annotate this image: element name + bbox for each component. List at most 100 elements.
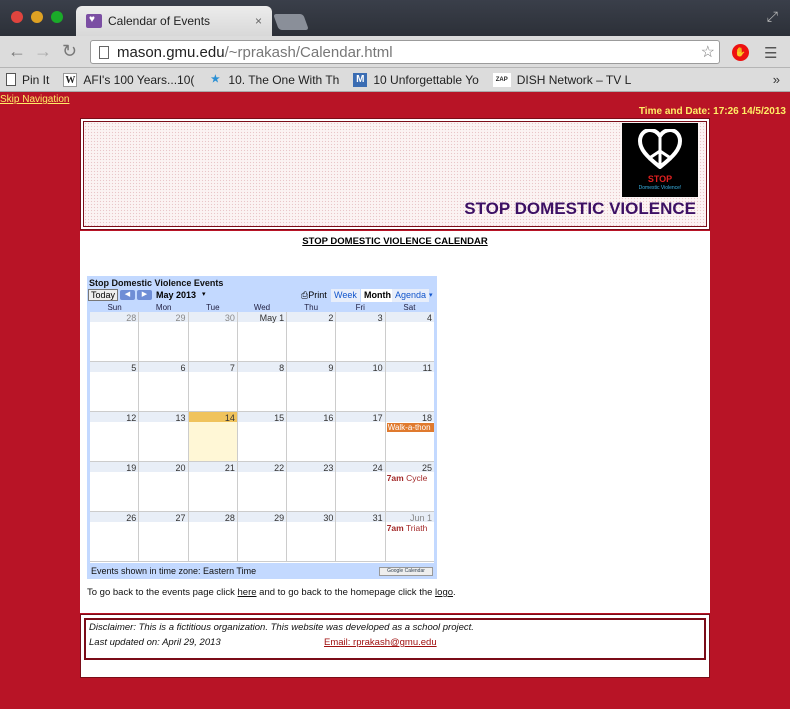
events-page-link[interactable]: here xyxy=(238,587,257,598)
skip-navigation-link[interactable]: Skip Navigation xyxy=(0,94,69,105)
menu-icon[interactable]: ☰ xyxy=(764,44,777,62)
close-tab-icon[interactable]: × xyxy=(255,14,262,28)
timezone-note: Events shown in time zone: Eastern Time xyxy=(91,566,257,576)
day-cell[interactable]: 26 xyxy=(90,512,140,561)
day-cell[interactable]: May 1 xyxy=(237,312,288,361)
day-cell[interactable]: 17 xyxy=(336,412,386,461)
day-cell[interactable]: 29 xyxy=(139,312,189,361)
day-cell[interactable]: Jun 1 7am Triath xyxy=(385,512,434,561)
email-link[interactable]: Email: rprakash@gmu.edu xyxy=(324,637,437,648)
dow-label: Wed xyxy=(253,303,271,312)
page-icon xyxy=(6,73,16,86)
day-cell[interactable]: 31 xyxy=(336,512,386,561)
tab-week[interactable]: Week xyxy=(331,289,360,302)
calendar-nav: Today ◀ ▶ May 2013 ▾ ⎙Print Week Month A… xyxy=(88,289,436,302)
day-cell[interactable]: 29 xyxy=(237,512,288,561)
bookmark-unforgettable[interactable]: M 10 Unforgettable Yo xyxy=(353,72,479,87)
tab-bar: Calendar of Events × ⤢ xyxy=(0,0,790,36)
agenda-dropdown-icon[interactable]: ▾ xyxy=(429,289,433,302)
day-cell[interactable]: 11 xyxy=(385,362,434,411)
day-cell-today[interactable]: 14 xyxy=(188,412,238,461)
day-cell[interactable]: 28 xyxy=(90,312,140,361)
peace-heart-icon xyxy=(638,129,682,169)
week-row: 26 27 28 29 30 31 Jun 1 7am Triath xyxy=(90,512,434,562)
day-cell[interactable]: 25 7am Cycle xyxy=(385,462,434,511)
day-cell[interactable]: 7 xyxy=(188,362,238,411)
event-cycle[interactable]: 7am Cycle xyxy=(387,473,434,483)
day-cell[interactable]: 24 xyxy=(336,462,386,511)
day-cell[interactable]: 10 xyxy=(336,362,386,411)
day-cell[interactable]: 23 xyxy=(287,462,337,511)
more-bookmarks-icon[interactable]: » xyxy=(773,72,780,87)
url-text[interactable]: mason.gmu.edu/~rprakash/Calendar.html xyxy=(117,44,701,61)
month-label[interactable]: May 2013 xyxy=(156,289,196,301)
forward-arrow-icon[interactable]: → xyxy=(34,42,52,60)
dow-label: Mon xyxy=(155,303,172,312)
print-button[interactable]: ⎙Print xyxy=(301,289,327,301)
heart-favicon-icon xyxy=(86,14,102,28)
day-cell[interactable]: 21 xyxy=(188,462,238,511)
fullscreen-icon[interactable]: ⤢ xyxy=(767,8,778,25)
tvshow-icon: ★ xyxy=(210,73,220,85)
day-cell[interactable]: 16 xyxy=(287,412,337,461)
event-triathlon[interactable]: 7am Triath xyxy=(387,523,434,533)
tab-title: Calendar of Events xyxy=(108,14,211,28)
footer-box: Disclaimer: This is a fictitious organiz… xyxy=(84,618,706,660)
minimize-window-button[interactable] xyxy=(31,11,43,23)
banner-pattern: STOP Domestic Violence! STOP DOMESTIC VI… xyxy=(83,121,707,227)
day-cell[interactable]: 4 xyxy=(385,312,434,361)
day-cell[interactable]: 19 xyxy=(90,462,140,511)
month-dropdown-icon[interactable]: ▾ xyxy=(202,289,206,301)
close-window-button[interactable] xyxy=(11,11,23,23)
prev-month-icon[interactable]: ◀ xyxy=(120,290,135,300)
dow-label: Sat xyxy=(403,303,416,312)
bookmark-the-one-with[interactable]: ★ 10. The One With Th xyxy=(208,73,339,87)
tab-month[interactable]: Month xyxy=(361,289,394,302)
zoom-window-button[interactable] xyxy=(51,11,63,23)
day-cell[interactable]: 8 xyxy=(237,362,288,411)
back-arrow-icon[interactable]: ← xyxy=(8,42,26,60)
m-icon: M xyxy=(353,72,368,87)
zap2it-icon: ZAP xyxy=(492,72,511,87)
day-cell[interactable]: 9 xyxy=(287,362,337,411)
day-cell[interactable]: 22 xyxy=(237,462,288,511)
stop-extension-icon[interactable]: ✋ xyxy=(732,44,749,61)
google-calendar-badge[interactable]: Google Calendar xyxy=(379,567,433,576)
day-cell[interactable]: 6 xyxy=(139,362,189,411)
day-cell[interactable]: 15 xyxy=(237,412,288,461)
day-cell[interactable]: 2 xyxy=(287,312,337,361)
day-cell[interactable]: 27 xyxy=(139,512,189,561)
tab-agenda[interactable]: Agenda xyxy=(392,289,430,302)
stop-logo[interactable]: STOP Domestic Violence! xyxy=(622,123,698,197)
google-calendar-embed: Stop Domestic Violence Events Today ◀ ▶ … xyxy=(87,276,437,579)
day-cell[interactable]: 18 Walk-a-thon xyxy=(385,412,434,461)
calendar-title: Stop Domestic Violence Events xyxy=(89,278,224,288)
day-cell[interactable]: 30 xyxy=(287,512,337,561)
next-month-icon[interactable]: ▶ xyxy=(137,290,152,300)
reload-icon[interactable]: ↻ xyxy=(62,42,77,60)
event-walk-a-thon[interactable]: Walk-a-thon xyxy=(386,423,434,432)
new-tab-button[interactable] xyxy=(273,14,309,30)
day-cell[interactable]: 12 xyxy=(90,412,140,461)
page-icon xyxy=(99,45,109,59)
day-cell[interactable]: 20 xyxy=(139,462,189,511)
day-cell[interactable]: 3 xyxy=(336,312,386,361)
month-grid: Sun Mon Tue Wed Thu Fri Sat 28 29 30 May… xyxy=(90,303,434,563)
today-button[interactable]: Today xyxy=(88,289,119,301)
day-cell[interactable]: 13 xyxy=(139,412,189,461)
bookmark-star-icon[interactable]: ☆ xyxy=(701,42,715,62)
logo-home-link[interactable]: logo xyxy=(435,587,453,598)
week-row: 28 29 30 May 1 2 3 4 xyxy=(90,312,434,362)
day-cell[interactable]: 30 xyxy=(188,312,238,361)
dow-label: Thu xyxy=(304,303,319,312)
date-time-display: Time and Date: 17:26 14/5/2013 xyxy=(638,106,786,117)
bookmark-pin-it[interactable]: Pin It xyxy=(6,73,49,87)
day-cell[interactable]: 28 xyxy=(188,512,238,561)
tab-calendar-of-events[interactable]: Calendar of Events × xyxy=(76,6,272,36)
bookmark-afi[interactable]: W AFI's 100 Years...10( xyxy=(63,72,194,87)
address-bar[interactable]: mason.gmu.edu/~rprakash/Calendar.html ☆ xyxy=(90,40,720,64)
bookmarks-bar: Pin It W AFI's 100 Years...10( ★ 10. The… xyxy=(0,68,790,92)
day-cell[interactable]: 5 xyxy=(90,362,140,411)
bookmark-dish-network[interactable]: ZAP DISH Network – TV L xyxy=(492,72,631,87)
banner-title: STOP DOMESTIC VIOLENCE xyxy=(464,199,696,218)
